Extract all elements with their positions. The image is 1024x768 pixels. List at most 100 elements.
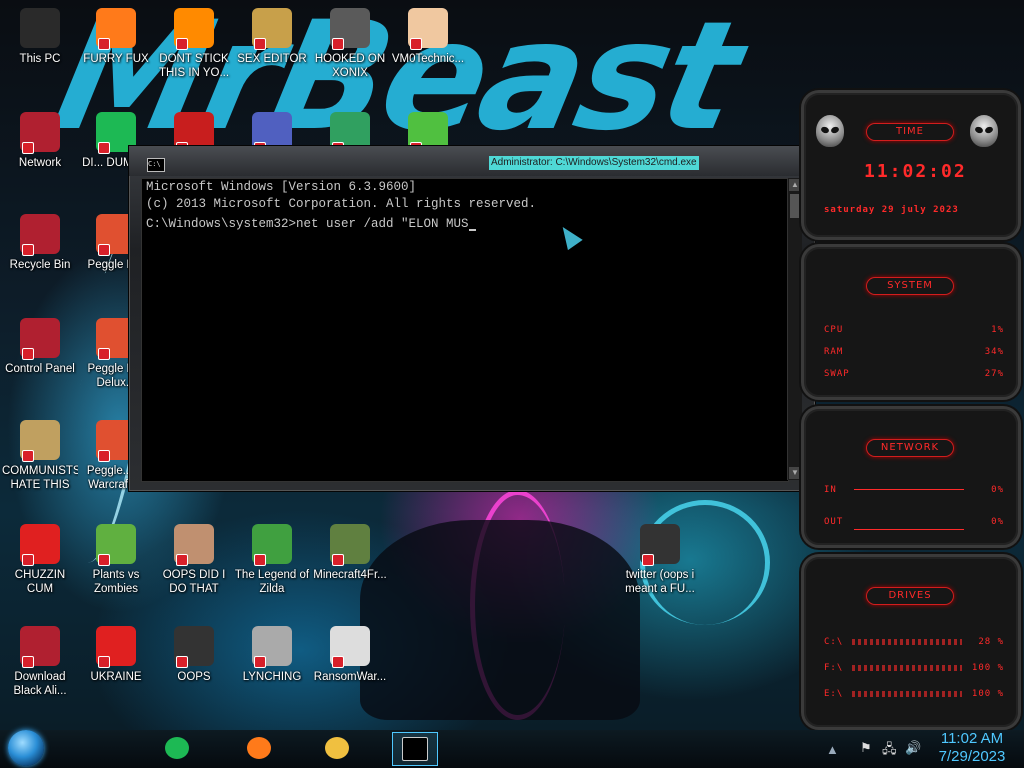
drives-row-value: 28 % [978,637,1004,647]
radiation-icon [96,626,136,668]
desktop-icon[interactable]: SEX EDITOR [234,8,310,66]
system-row-label: CPU [824,325,844,335]
desktop-icon[interactable]: Network [2,112,78,170]
desktop-icon-label: Recycle Bin [9,259,71,271]
desktop-icon[interactable]: twitter (oops i meant a FU... [622,524,698,596]
show-hidden-icons-icon[interactable]: ▲ [826,742,839,757]
monitor-icon [640,524,680,566]
computer-icon [20,8,60,48]
desktop-icon[interactable]: CHUZZIN CUM [2,524,78,596]
network-header: NETWORK [866,439,954,457]
start-button[interactable] [8,730,44,766]
minecraft-icon [330,524,370,566]
cmd-line-1: Microsoft Windows [Version 6.3.9600] [146,180,417,194]
shortcut-arrow-icon [332,554,344,566]
alien-head-icon [816,115,844,147]
drive-usage-bar [852,639,962,645]
xonix-game-icon [330,8,370,50]
firefox-icon [96,8,136,50]
system-gadget: SYSTEM CPU 1% RAM 34% SWAP 27% [801,244,1021,400]
desktop-icon[interactable]: FURRY FUX [78,8,154,66]
system-header: SYSTEM [866,277,954,295]
shortcut-arrow-icon [410,38,422,50]
cmd-taskbar-button[interactable] [392,732,438,766]
desktop-icon-label: This PC [19,53,61,65]
taskbar-clock[interactable]: 11:02 AM 7/29/2023 [930,730,1014,766]
desktop-icon[interactable]: The Legend of Zilda [234,524,310,596]
desktop-icon[interactable]: HOOKED ON XONIX [312,8,388,80]
cmd-cursor [468,228,476,231]
network-gadget: NETWORK IN 0% OUT 0% [801,406,1021,548]
cmd-prompt-line[interactable]: C:\Windows\system32>net user /add "ELON … [142,216,788,233]
desktop-icon[interactable]: Plants vs Zombies [78,524,154,596]
volume-icon[interactable]: 🔊 [905,740,921,756]
cmd-window-icon[interactable]: C:\ [147,158,165,172]
gadget-clock: 11:02:02 [864,161,967,182]
desktop-icon-label: Network [18,157,62,169]
cmd-titlebar[interactable]: C:\ Administrator: C:\Windows\System32\c… [129,146,815,176]
cmd-window[interactable]: C:\ Administrator: C:\Windows\System32\c… [128,145,816,492]
desktop-icon[interactable]: DONT STICK THIS IN YO... [156,8,232,80]
network-row-value: 0% [991,517,1004,527]
drives-row-label: C:\ [824,637,844,647]
shortcut-arrow-icon [254,656,266,668]
desktop-icon-label: Plants vs Zombies [92,569,140,595]
desktop-icon-label: CHUZZIN CUM [14,569,66,595]
desktop-icon[interactable]: OOPS [156,626,232,684]
network-icon [20,112,60,154]
gadget-date: saturday 29 july 2023 [824,205,959,215]
alien-head-icon [970,115,998,147]
desktop-icon[interactable]: Control Panel [2,318,78,376]
desktop-icon-label: SEX EDITOR [237,53,307,65]
gear-icon [252,626,292,668]
desktop-icon-label: FURRY FUX [83,53,149,65]
shortcut-arrow-icon [22,656,34,668]
network-tray-icon[interactable]: 🖧 [882,740,897,762]
recycle-bin-icon [20,214,60,256]
drives-row-label: E:\ [824,689,844,699]
folder-icon [325,737,349,759]
taskbar-date: 7/29/2023 [938,748,1006,765]
shortcut-arrow-icon [98,142,110,154]
shortcut-arrow-icon [254,554,266,566]
drives-row-value: 100 % [971,689,1004,699]
alienware-icon [20,626,60,668]
cmd-window-title: Administrator: C:\Windows\System32\cmd.e… [489,156,699,170]
control-panel-icon [20,318,60,360]
desktop-icon-label: COMMUNISTS HATE THIS G... [2,465,78,491]
shortcut-arrow-icon [22,244,34,256]
system-row-value: 1% [991,325,1004,335]
firefox-icon [247,737,271,759]
desktop-icon[interactable]: OOPS DID I DO THAT [156,524,232,596]
shortcut-arrow-icon [176,656,188,668]
system-row-label: SWAP [824,369,850,379]
desktop-icon[interactable]: This PC [2,8,78,66]
desktop-icon[interactable]: COMMUNISTS HATE THIS G... [2,420,78,492]
cmd-console[interactable]: Microsoft Windows [Version 6.3.9600] (c)… [141,178,789,482]
shortcut-arrow-icon [98,554,110,566]
action-center-icon[interactable]: ⚑ [860,740,872,756]
desktop-icon[interactable]: RansomWar... [312,626,388,684]
desktop-icon-label: Minecraft4Fr... [313,569,387,581]
time-header: TIME [866,123,954,141]
desktop-icon[interactable]: VM0Technic... [390,8,466,66]
plants-vs-zombies-icon [96,524,136,566]
desktop-icon-label: The Legend of Zilda [234,569,310,595]
money-bag-icon [20,420,60,462]
chuzzle-icon [20,524,60,566]
hex-editor-icon [252,8,292,50]
desktop-icon[interactable]: Download Black Ali... [2,626,78,698]
network-row-label: OUT [824,517,844,527]
desktop-icon-label: UKRAINE [90,671,142,683]
shortcut-arrow-icon [98,348,110,360]
desktop-icon-label: Download Black Ali... [13,671,67,697]
desktop-icon[interactable]: Recycle Bin [2,214,78,272]
firefox-taskbar-button[interactable] [242,732,276,764]
shortcut-arrow-icon [642,554,654,566]
desktop-icon[interactable]: Minecraft4Fr... [312,524,388,582]
desktop-icon[interactable]: UKRAINE [78,626,154,684]
network-row-label: IN [824,485,837,495]
file-explorer-taskbar-button[interactable] [320,732,354,764]
spotify-taskbar-button[interactable] [160,732,194,764]
desktop-icon[interactable]: LYNCHING [234,626,310,684]
